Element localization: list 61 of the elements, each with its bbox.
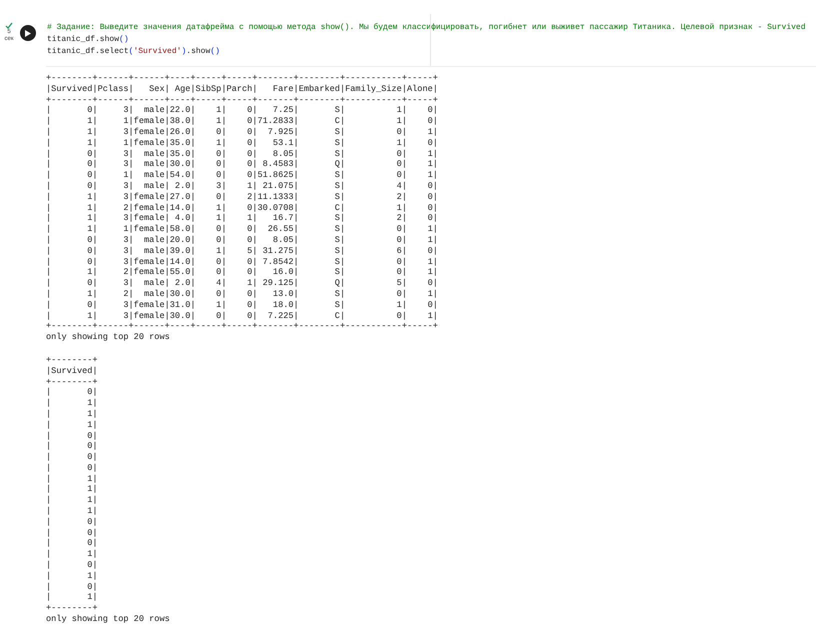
output-line: | 0| 3| male| 2.0| 4| 1| 29.125| Q| 5| 0| xyxy=(46,278,438,289)
output-line: only showing top 20 rows xyxy=(46,332,170,343)
play-icon xyxy=(25,30,31,36)
code-token: ) xyxy=(181,46,186,58)
output-line: | 0| xyxy=(46,462,98,474)
code-token: 'Survived' xyxy=(133,46,182,58)
output-line: | 1| xyxy=(46,408,98,420)
output-line: | 1| 2|female|55.0| 0| 0| 16.0| S| 0| 1| xyxy=(46,267,438,278)
code-token: titanic_df.show xyxy=(47,34,120,46)
output-line: only showing top 20 rows xyxy=(46,614,170,625)
output-line: | 0| xyxy=(46,387,98,398)
output-line: | 1| xyxy=(46,420,98,430)
output-line: | 1| 3|female| 4.0| 1| 1| 16.7| S| 2| 0| xyxy=(46,213,438,224)
output-line: | 0| 3| male|20.0| 0| 0| 8.05| S| 0| 1| xyxy=(46,234,438,246)
output-line: | 0| xyxy=(46,452,98,463)
output-line: | 1| xyxy=(46,592,98,604)
output-line: | 1| 2| male|30.0| 0| 0| 13.0| S| 0| 1| xyxy=(46,288,438,300)
output-line: +--------+------+------+----+-----+-----+-------+--------+-----------+-----+ xyxy=(46,94,438,106)
code-token: () xyxy=(210,46,220,58)
output-line: +--------+ xyxy=(46,354,98,366)
output-line: | 1| xyxy=(46,506,98,517)
output-line: | 1| xyxy=(46,484,98,496)
output-line: | 1| 1|female|58.0| 0| 0| 26.55| S| 0| 1| xyxy=(46,224,438,235)
output-line: | 0| xyxy=(46,441,98,452)
output-line: +--------+ xyxy=(46,376,98,388)
output-line: +--------+------+------+----+-----+-----+-------+--------+-----------+-----+ xyxy=(46,321,438,332)
output-line: | 0| 3| male|35.0| 0| 0| 8.05| S| 0| 1| xyxy=(46,148,438,160)
output-line: | 1| 1|female|38.0| 1| 0|71.2833| C| 1| 0| xyxy=(46,116,438,127)
output-line: | 1| 1|female|35.0| 1| 0| 53.1| S| 1| 0| xyxy=(46,138,438,149)
code-token: titanic_df.select xyxy=(47,46,129,58)
output-line: | 1| 3|female|26.0| 0| 0| 7.925| S| 0| 1| xyxy=(46,126,438,138)
code-token: () xyxy=(119,34,129,46)
output-line: +--------+------+------+----+-----+-----+-------+--------+-----------+-----+ xyxy=(46,73,438,84)
code-token: ( xyxy=(128,46,134,58)
output-line: | 1| xyxy=(46,549,98,560)
output-line: | 0| xyxy=(46,538,98,550)
output-line: | 1| 3|female|27.0| 0| 2|11.1333| S| 2| 0| xyxy=(46,192,438,203)
run-button[interactable] xyxy=(20,25,36,41)
output-line: | 0| 3| male| 2.0| 3| 1| 21.075| S| 4| 0| xyxy=(46,180,438,192)
output-line: | 1| xyxy=(46,495,98,506)
output-line: | 0| 3| male|22.0| 1| 0| 7.25| S| 1| 0| xyxy=(46,105,438,116)
output-line: | 0| xyxy=(46,516,98,528)
output-line: | 0| xyxy=(46,582,98,592)
output-line: | 1| xyxy=(46,398,98,409)
output-line: | 1| 2|female|14.0| 1| 0|30.0708| C| 1| 0| xyxy=(46,202,438,214)
output-line: | 0| xyxy=(46,528,98,538)
code-token: # Задание: Выведите значения датафрейма с помощью метода show(). Мы будем классифицировать, погибнет или выживет пассажир Титаника. Целевой признак - Survived xyxy=(47,22,806,34)
output-line: +--------+ xyxy=(46,603,98,614)
code-token: .show xyxy=(186,46,210,58)
output-line: |Survived| xyxy=(46,366,98,377)
output-line: | 1| 3|female|30.0| 0| 0| 7.225| C| 0| 1| xyxy=(46,310,438,322)
output-line: | 0| xyxy=(46,560,98,571)
output-line: | 0| 3|female|14.0| 0| 0| 7.8542| S| 0| 1| xyxy=(46,256,438,268)
output-line: | 0| 1| male|54.0| 0| 0|51.8625| S| 0| 1| xyxy=(46,170,438,181)
output-line: | 0| xyxy=(46,430,98,442)
output-line: | 1| xyxy=(46,570,98,582)
output-line: | 0| 3| male|39.0| 1| 5| 31.275| S| 6| 0| xyxy=(46,246,438,257)
output-line: | 0| 3|female|31.0| 1| 0| 18.0| S| 1| 0| xyxy=(46,300,438,311)
output-line: |Survived|Pclass| Sex| Age|SibSp|Parch| Fare|Embarked|Family_Size|Alone| xyxy=(46,84,438,95)
output-line: | 0| 3| male|30.0| 0| 0| 8.4583| Q| 0| 1| xyxy=(46,159,438,170)
output-line: | 1| xyxy=(46,474,98,484)
